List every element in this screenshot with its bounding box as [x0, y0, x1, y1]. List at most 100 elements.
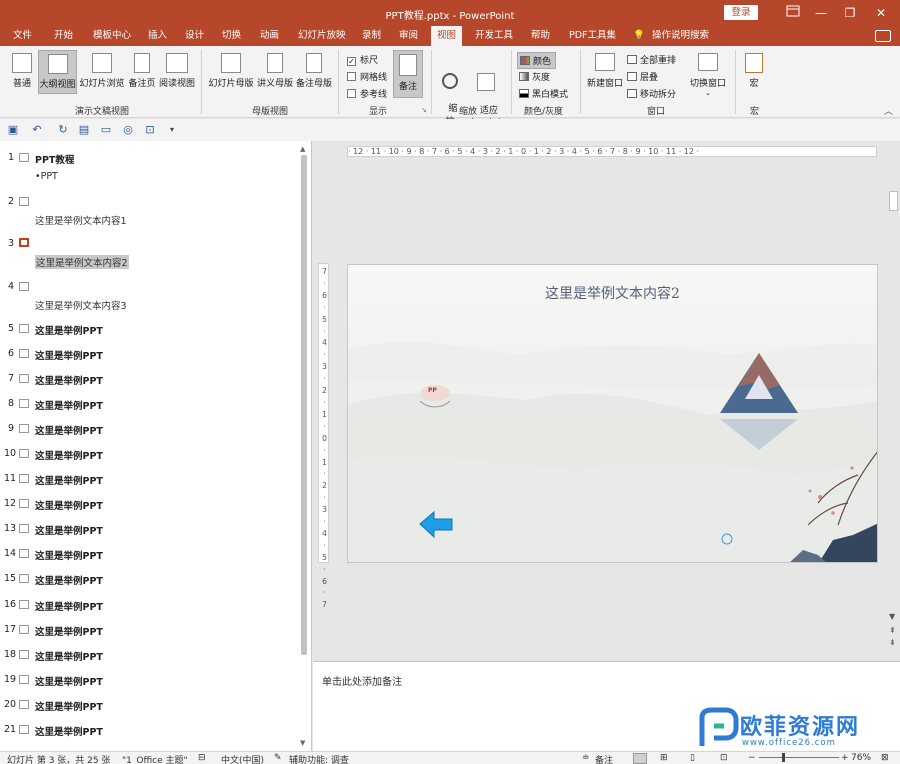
tab-help[interactable]: 帮助 — [531, 26, 550, 46]
tab-insert[interactable]: 插入 — [148, 26, 167, 46]
slide-title[interactable]: 这里是举例PPT — [35, 323, 103, 337]
slide-sorter-status-icon[interactable]: ⊞ — [660, 753, 668, 763]
slide-title[interactable]: 这里是举例PPT — [35, 573, 103, 587]
normal-view-status-icon[interactable] — [633, 753, 647, 764]
reading-view-status-icon[interactable]: ▯ — [690, 753, 695, 763]
tab-record[interactable]: 录制 — [362, 26, 381, 46]
slide-title[interactable]: 这里是举例PPT — [35, 548, 103, 562]
login-button[interactable]: 登录 — [724, 5, 758, 20]
new-window-button[interactable]: 新建窗口 — [585, 50, 625, 94]
zoom-out-icon[interactable]: − — [748, 753, 756, 763]
zoom-in-icon[interactable]: + — [841, 753, 849, 763]
save-icon[interactable]: ▣ — [7, 124, 19, 136]
from-beginning-icon[interactable]: ▤ — [78, 124, 90, 136]
tab-developer[interactable]: 开发工具 — [475, 26, 513, 46]
tab-pdf-tools[interactable]: PDF工具集 — [569, 26, 616, 46]
slide-body-text[interactable]: •PPT — [35, 171, 58, 182]
picture-icon[interactable]: ▭ — [100, 124, 112, 136]
slide-body-text[interactable]: 这里是举例文本内容1 — [35, 213, 127, 227]
tab-design[interactable]: 设计 — [185, 26, 204, 46]
normal-view-button[interactable]: 普通 — [8, 50, 36, 94]
notes-toggle-icon[interactable]: ≐ — [582, 753, 590, 763]
notes-master-button[interactable]: 备注母版 — [295, 50, 333, 94]
language-status[interactable]: 中文(中国) — [221, 753, 264, 764]
slide-title[interactable]: 这里是举例PPT — [35, 398, 103, 412]
tab-review[interactable]: 审阅 — [399, 26, 418, 46]
switch-window-button[interactable]: 切换窗口 ⌄ — [687, 50, 729, 100]
guides-checkbox[interactable]: 参考线 — [347, 87, 387, 100]
notes-page-button[interactable]: 备注页 — [127, 50, 157, 94]
redo-icon[interactable]: ↻ — [57, 124, 69, 136]
color-button[interactable]: 颜色 — [517, 52, 557, 69]
ruler-checkbox[interactable]: ✓ 标尺 — [347, 53, 378, 66]
arrange-all-button[interactable]: 全部重排 — [627, 53, 676, 66]
slide-canvas[interactable]: 这里是举例文本内容2 PP — [347, 264, 878, 563]
tab-view[interactable]: 视图 — [431, 26, 463, 46]
close-button[interactable]: ✕ — [866, 3, 896, 23]
slide-body-text[interactable]: 这里是举例文本内容2 — [35, 255, 129, 269]
scroll-down-icon[interactable]: ▼ — [300, 739, 305, 747]
scroll-up-icon[interactable]: ▲ — [300, 145, 305, 153]
cascade-button[interactable]: 层叠 — [627, 70, 658, 83]
slide-title[interactable]: 这里是举例PPT — [35, 724, 103, 738]
handout-master-button[interactable]: 讲义母版 — [256, 50, 294, 94]
slide-title[interactable]: 这里是举例PPT — [35, 674, 103, 688]
slide-title[interactable]: 这里是举例PPT — [35, 373, 103, 387]
notes-button[interactable]: 备注 — [393, 50, 423, 98]
slide-scrollbar[interactable] — [887, 155, 900, 650]
slide-body-text[interactable]: 这里是举例文本内容3 — [35, 298, 127, 312]
notes-toggle[interactable]: 备注 — [595, 753, 613, 764]
zoom-slider[interactable] — [759, 757, 839, 758]
move-split-button[interactable]: 移动拆分 — [627, 87, 676, 100]
slide-title[interactable]: 这里是举例PPT — [35, 348, 103, 362]
notes-placeholder[interactable]: 单击此处添加备注 — [322, 673, 402, 688]
reading-view-button[interactable]: 阅读视图 — [158, 50, 196, 94]
tell-me-search[interactable]: 操作说明搜索 — [652, 26, 709, 46]
slide-title[interactable]: 这里是举例PPT — [35, 498, 103, 512]
outline-view-button[interactable]: 大纲视图 — [38, 50, 77, 94]
gridlines-checkbox[interactable]: 网格线 — [347, 70, 387, 83]
slide-title[interactable]: 这里是举例PPT — [35, 448, 103, 462]
zoom-button[interactable]: 缩 放 — [437, 50, 463, 127]
fit-to-window-button[interactable]: 适应 窗口大小 — [466, 50, 506, 129]
restore-button[interactable]: ❐ — [835, 3, 865, 23]
minimize-button[interactable]: — — [806, 3, 836, 23]
presenter-icon[interactable]: ◎ — [122, 124, 134, 136]
collapse-ribbon-icon[interactable]: ︿ — [884, 104, 893, 117]
tab-file[interactable]: 文件 — [13, 26, 32, 46]
scroll-down-icon[interactable]: ▼ — [889, 612, 895, 621]
slide-sorter-button[interactable]: 幻灯片浏览 — [79, 50, 125, 94]
tab-home[interactable]: 开始 — [54, 26, 73, 46]
spellcheck-icon[interactable]: ⊟ — [198, 753, 206, 763]
ribbon-display-icon[interactable] — [778, 3, 808, 23]
dialog-launcher-icon[interactable]: ↘ — [421, 106, 427, 114]
present-icon[interactable]: ⊡ — [144, 124, 156, 136]
zoom-slider-thumb[interactable] — [782, 753, 785, 762]
previous-slide-icon[interactable]: ⇞ — [889, 626, 896, 635]
slide-title[interactable]: 这里是举例PPT — [35, 473, 103, 487]
customize-qat-icon[interactable]: ▾ — [166, 124, 178, 136]
slide-title[interactable]: 这里是举例PPT — [35, 699, 103, 713]
accessibility-icon[interactable]: ✎ — [274, 753, 282, 763]
theme-status[interactable]: "1_Office 主题" — [122, 753, 188, 764]
slide-title[interactable]: 这里是举例PPT — [35, 599, 103, 613]
tab-animations[interactable]: 动画 — [260, 26, 279, 46]
slide-title[interactable]: 这里是举例PPT — [35, 523, 103, 537]
macros-button[interactable]: 宏 — [741, 50, 767, 94]
slideshow-status-icon[interactable]: ⊡ — [720, 753, 728, 763]
tab-template-center[interactable]: 模板中心 — [93, 26, 131, 46]
slide-title[interactable]: 这里是举例PPT — [35, 624, 103, 638]
slide-title[interactable]: 这里是举例PPT — [35, 423, 103, 437]
outline-pane[interactable]: 1 PPT教程 •PPT 2 这里是举例文本内容1 3 这里是举例文本内容2 4… — [0, 141, 312, 751]
outline-scrollbar[interactable]: ▲ ▼ — [298, 145, 310, 748]
slide-master-button[interactable]: 幻灯片母版 — [207, 50, 255, 94]
grayscale-button[interactable]: 灰度 — [519, 70, 550, 83]
fit-slide-icon[interactable]: ⊠ — [881, 753, 889, 763]
zoom-level[interactable]: 76% — [851, 753, 871, 763]
slide-title[interactable]: 这里是举例PPT — [35, 649, 103, 663]
scrollbar-thumb[interactable] — [301, 155, 307, 655]
accessibility-status[interactable]: 辅助功能: 调查 — [289, 753, 349, 764]
black-white-button[interactable]: 黑白模式 — [519, 87, 568, 100]
slide-title-text[interactable]: 这里是举例文本内容2 — [348, 283, 877, 303]
tab-transitions[interactable]: 切换 — [222, 26, 241, 46]
